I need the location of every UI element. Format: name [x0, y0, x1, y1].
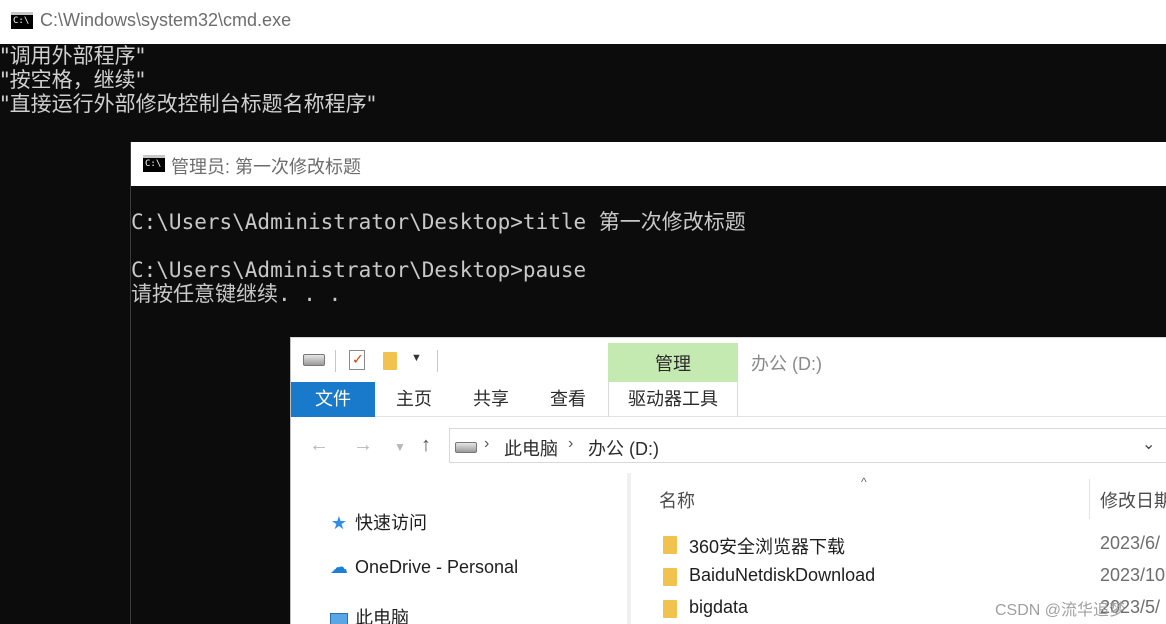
drive-icon — [303, 354, 325, 366]
address-dropdown-chevron-down-icon[interactable]: ⌄ — [1142, 434, 1155, 454]
chevron-right-icon[interactable]: › — [568, 435, 573, 453]
computer-icon — [327, 608, 351, 624]
file-modified: 2023/6/ — [1100, 533, 1161, 553]
up-arrow-icon[interactable]: ↑ — [421, 434, 431, 457]
console-line: C:\Users\Administrator\Desktop>title 第一次… — [131, 210, 746, 234]
tab-manage[interactable]: 管理 — [608, 343, 738, 382]
console-line: C:\Users\Administrator\Desktop>pause — [131, 258, 587, 282]
sort-ascending-icon: ^ — [861, 475, 867, 489]
quick-access-toolbar: ▼ 管理 办公 (D:) — [291, 338, 1166, 382]
folder-icon — [663, 568, 677, 586]
column-divider[interactable] — [1089, 479, 1090, 519]
console-line: "直接运行外部修改控制台标题名称程序" — [0, 92, 377, 116]
nav-item-label: 快速访问 — [355, 513, 427, 533]
nav-item-this-pc[interactable]: 此电脑 — [327, 604, 409, 624]
file-explorer-window[interactable]: ▼ 管理 办公 (D:) 文件 主页 共享 查看 驱动器工具 ← → ▼ ↑ ›… — [290, 337, 1166, 624]
tab-share[interactable]: 共享 — [453, 382, 529, 417]
star-icon: ★ — [330, 513, 348, 533]
tab-home[interactable]: 主页 — [375, 382, 453, 417]
drive-icon — [455, 442, 477, 453]
nav-item-onedrive[interactable]: ☁ OneDrive - Personal — [327, 557, 518, 583]
new-folder-icon[interactable] — [383, 352, 397, 370]
admin-titlebar[interactable]: C:\ 管理员: 第一次修改标题 — [131, 142, 1166, 186]
cmd-titlebar[interactable]: C:\ C:\Windows\system32\cmd.exe — [0, 0, 1166, 44]
cmd-icon: C:\ — [143, 155, 165, 172]
explorer-window-title: 办公 (D:) — [751, 354, 822, 374]
tab-view[interactable]: 查看 — [529, 382, 607, 417]
toolbar-divider — [335, 350, 336, 372]
console-line: "按空格，继续" — [0, 68, 146, 92]
cloud-icon: ☁ — [330, 557, 348, 577]
properties-icon[interactable] — [349, 350, 365, 370]
address-row: ← → ▼ ↑ › 此电脑 › 办公 (D:) ⌄ — [291, 418, 1166, 473]
watermark: CSDN @流华追梦 — [995, 602, 1126, 619]
admin-window-title: 管理员: 第一次修改标题 — [171, 157, 362, 177]
tab-file[interactable]: 文件 — [291, 382, 375, 417]
address-bar[interactable]: › 此电脑 › 办公 (D:) ⌄ — [449, 428, 1166, 463]
table-row[interactable]: BaiduNetdiskDownload 2023/10 — [631, 561, 1166, 593]
nav-item-quick-access[interactable]: ★ 快速访问 — [327, 509, 427, 535]
nav-item-label: OneDrive - Personal — [355, 557, 519, 577]
column-header-name[interactable]: 名称 — [659, 487, 695, 513]
breadcrumb-this-pc[interactable]: 此电脑 — [504, 435, 558, 461]
nav-item-label: 此电脑 — [355, 608, 409, 624]
file-name: 360安全浏览器下载 — [689, 537, 846, 557]
ribbon-tabs: 文件 主页 共享 查看 驱动器工具 — [291, 382, 1166, 417]
table-row[interactable]: 360安全浏览器下载 2023/6/ — [631, 529, 1166, 561]
admin-console-output[interactable]: C:\Users\Administrator\Desktop>title 第一次… — [131, 186, 746, 306]
cmd-console-output[interactable]: "调用外部程序" "按空格，继续" "直接运行外部修改控制台标题名称程序" — [0, 44, 1166, 116]
console-line: "调用外部程序" — [0, 44, 146, 68]
recent-locations-chevron-down-icon[interactable]: ▼ — [394, 440, 406, 454]
toolbar-divider — [437, 350, 438, 372]
cmd-window-title: C:\Windows\system32\cmd.exe — [40, 10, 292, 30]
folder-icon — [663, 600, 677, 618]
breadcrumb-drive-d[interactable]: 办公 (D:) — [588, 435, 659, 461]
column-header-modified[interactable]: 修改日期 — [1100, 487, 1166, 513]
navigation-pane: ★ 快速访问 ☁ OneDrive - Personal 此电脑 — [291, 473, 627, 624]
cmd-icon: C:\ — [11, 12, 33, 29]
tab-drive-tools[interactable]: 驱动器工具 — [608, 382, 738, 417]
folder-icon — [663, 536, 677, 554]
file-name: BaiduNetdiskDownload — [689, 565, 876, 585]
file-name: bigdata — [689, 597, 749, 617]
back-arrow-icon[interactable]: ← — [309, 434, 329, 457]
forward-arrow-icon[interactable]: → — [353, 434, 373, 457]
file-modified: 2023/10 — [1100, 565, 1166, 585]
chevron-right-icon[interactable]: › — [484, 435, 489, 453]
console-line: 请按任意键继续. . . — [131, 282, 342, 306]
customize-toolbar-icon[interactable]: ▼ — [411, 352, 422, 364]
